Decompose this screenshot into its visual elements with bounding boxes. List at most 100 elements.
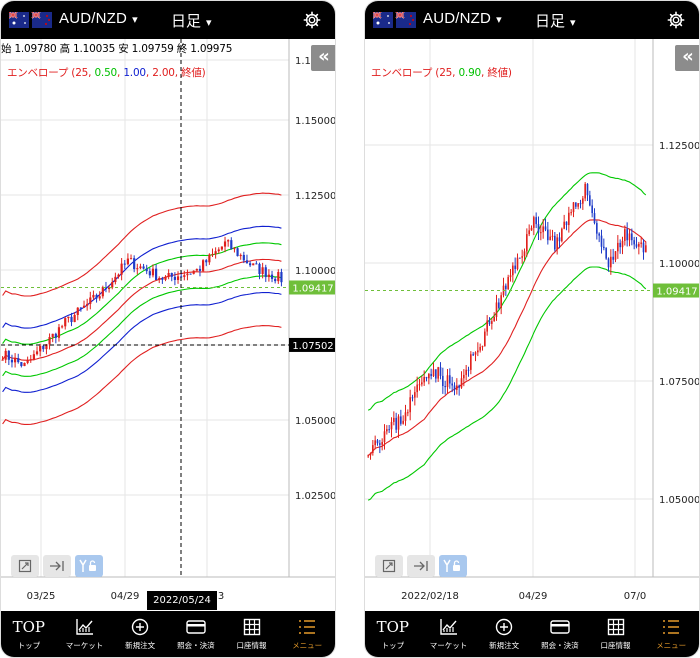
candle-body <box>214 251 217 255</box>
tab-inquiry-settlement[interactable]: 照会・決済 <box>168 611 224 657</box>
candle-body <box>435 369 437 379</box>
candle-body <box>418 384 421 386</box>
x-axis-tick-label: 07/0 <box>624 591 646 602</box>
tab-label: マーケット <box>65 641 104 650</box>
candle-body <box>402 420 404 424</box>
gear-icon[interactable] <box>667 11 685 29</box>
tab-top[interactable]: TOP トップ <box>1 611 57 657</box>
candlestick-chart[interactable]: 1.12500 1.10000 1.07500 1.05000 2022/02/18 04… <box>365 39 700 613</box>
indicator-param-3: 2.00 <box>152 67 175 79</box>
timeframe-selector[interactable]: 日足 ▾ <box>171 10 212 31</box>
candle-body <box>472 354 474 356</box>
candle-body <box>586 183 589 196</box>
candle-body <box>120 263 123 275</box>
tab-label: 照会・決済 <box>177 641 215 650</box>
candle-body <box>189 273 192 275</box>
candle-body <box>61 326 64 328</box>
candle-body <box>544 226 547 230</box>
candle-body <box>570 212 572 214</box>
arrow-to-end-icon <box>414 561 428 571</box>
candle-body <box>491 321 493 324</box>
tab-account-info[interactable]: 口座情報 <box>224 611 280 657</box>
envelope-band-line <box>2 275 282 377</box>
candle-body <box>101 287 104 297</box>
candle-body <box>20 362 23 367</box>
tab-label: トップ <box>17 641 41 650</box>
candle-body <box>183 275 186 277</box>
candle-body <box>217 249 220 252</box>
tab-menu[interactable]: メニュー <box>643 611 699 657</box>
candle-body <box>577 203 579 207</box>
tab-market[interactable]: マーケット <box>57 611 113 657</box>
plus-circle-icon <box>495 618 513 636</box>
candle-body <box>612 256 614 260</box>
candle-body <box>252 263 255 266</box>
x-axis-tick-label: 03/25 <box>27 591 56 602</box>
candle-body <box>442 375 444 387</box>
candle-body <box>383 431 386 443</box>
candle-body <box>430 373 432 377</box>
candle-body <box>67 316 70 319</box>
candle-body <box>437 367 439 379</box>
y-axis-lock-button[interactable] <box>439 555 467 577</box>
y-axis-tick-label: 1.05000 <box>295 416 336 427</box>
envelope-band-line <box>367 172 647 411</box>
tab-top[interactable]: TOP トップ <box>365 611 421 657</box>
candle-body <box>514 265 516 270</box>
y-axis-lock-button[interactable] <box>75 555 103 577</box>
candle-body <box>42 345 45 350</box>
candle-body <box>561 228 563 242</box>
chevron-down-icon: ▾ <box>206 16 212 29</box>
candle-body <box>449 375 451 384</box>
candlestick-chart[interactable]: 1.171.150001.125001.100001.075001.050001… <box>1 39 336 613</box>
chart-canvas[interactable]: 1.12500 1.10000 1.07500 1.05000 2022/02/18 04… <box>365 39 700 613</box>
tab-menu[interactable]: メニュー <box>279 611 335 657</box>
grid-table-icon <box>243 618 260 636</box>
candle-body <box>619 242 621 248</box>
currency-pair-selector[interactable]: AUD/NZD ▾ <box>59 10 138 27</box>
candle-body <box>579 203 582 205</box>
chart-canvas[interactable]: 1.171.150001.125001.100001.075001.050001… <box>1 39 336 613</box>
tab-label: メニュー <box>292 641 323 650</box>
candle-body <box>498 302 500 308</box>
candle-body <box>255 263 258 265</box>
candle-body <box>509 275 512 278</box>
candle-body <box>526 234 528 252</box>
candle-body <box>86 303 89 306</box>
collapse-panel-button[interactable]: « <box>675 45 699 71</box>
candle-body <box>227 240 230 242</box>
candle-body <box>542 226 544 233</box>
jump-to-latest-button[interactable] <box>43 555 71 577</box>
tab-account-info[interactable]: 口座情報 <box>588 611 644 657</box>
tab-market[interactable]: マーケット <box>421 611 477 657</box>
candle-body <box>621 240 624 248</box>
chart-header: AUD/NZD ▾ 日足 ▾ <box>1 1 335 39</box>
jump-to-latest-button[interactable] <box>407 555 435 577</box>
timeframe-selector[interactable]: 日足 ▾ <box>535 10 576 31</box>
chart-header: AUD/NZD ▾ 日足 ▾ <box>365 1 699 39</box>
fit-screen-button[interactable] <box>11 555 39 577</box>
gear-icon[interactable] <box>303 11 321 29</box>
ohlc-readout: 始 1.09780 高 1.10035 安 1.09759 終 1.09975 <box>1 43 233 55</box>
candle-body <box>1 359 4 361</box>
collapse-panel-button[interactable]: « <box>311 45 335 71</box>
fit-screen-button[interactable] <box>375 555 403 577</box>
tab-new-order[interactable]: 新規注文 <box>476 611 532 657</box>
candle-body <box>512 265 514 276</box>
envelope-band-line <box>367 266 647 501</box>
candle-body <box>423 376 425 383</box>
candle-body <box>267 274 270 278</box>
candle-body <box>395 417 397 430</box>
tab-new-order[interactable]: 新規注文 <box>112 611 168 657</box>
candle-body <box>523 251 526 257</box>
candle-body <box>261 267 264 274</box>
tab-inquiry-settlement[interactable]: 照会・決済 <box>532 611 588 657</box>
candle-body <box>425 376 428 379</box>
candle-body <box>528 230 530 235</box>
envelope-indicator-legend: エンベロープ (25, 0.50, 1.00, 2.00, 終値) <box>7 67 206 79</box>
candle-body <box>519 257 521 259</box>
candle-body <box>10 359 14 363</box>
candle-body <box>582 198 584 204</box>
currency-pair-selector[interactable]: AUD/NZD ▾ <box>423 10 502 27</box>
tab-label: メニュー <box>656 641 687 650</box>
